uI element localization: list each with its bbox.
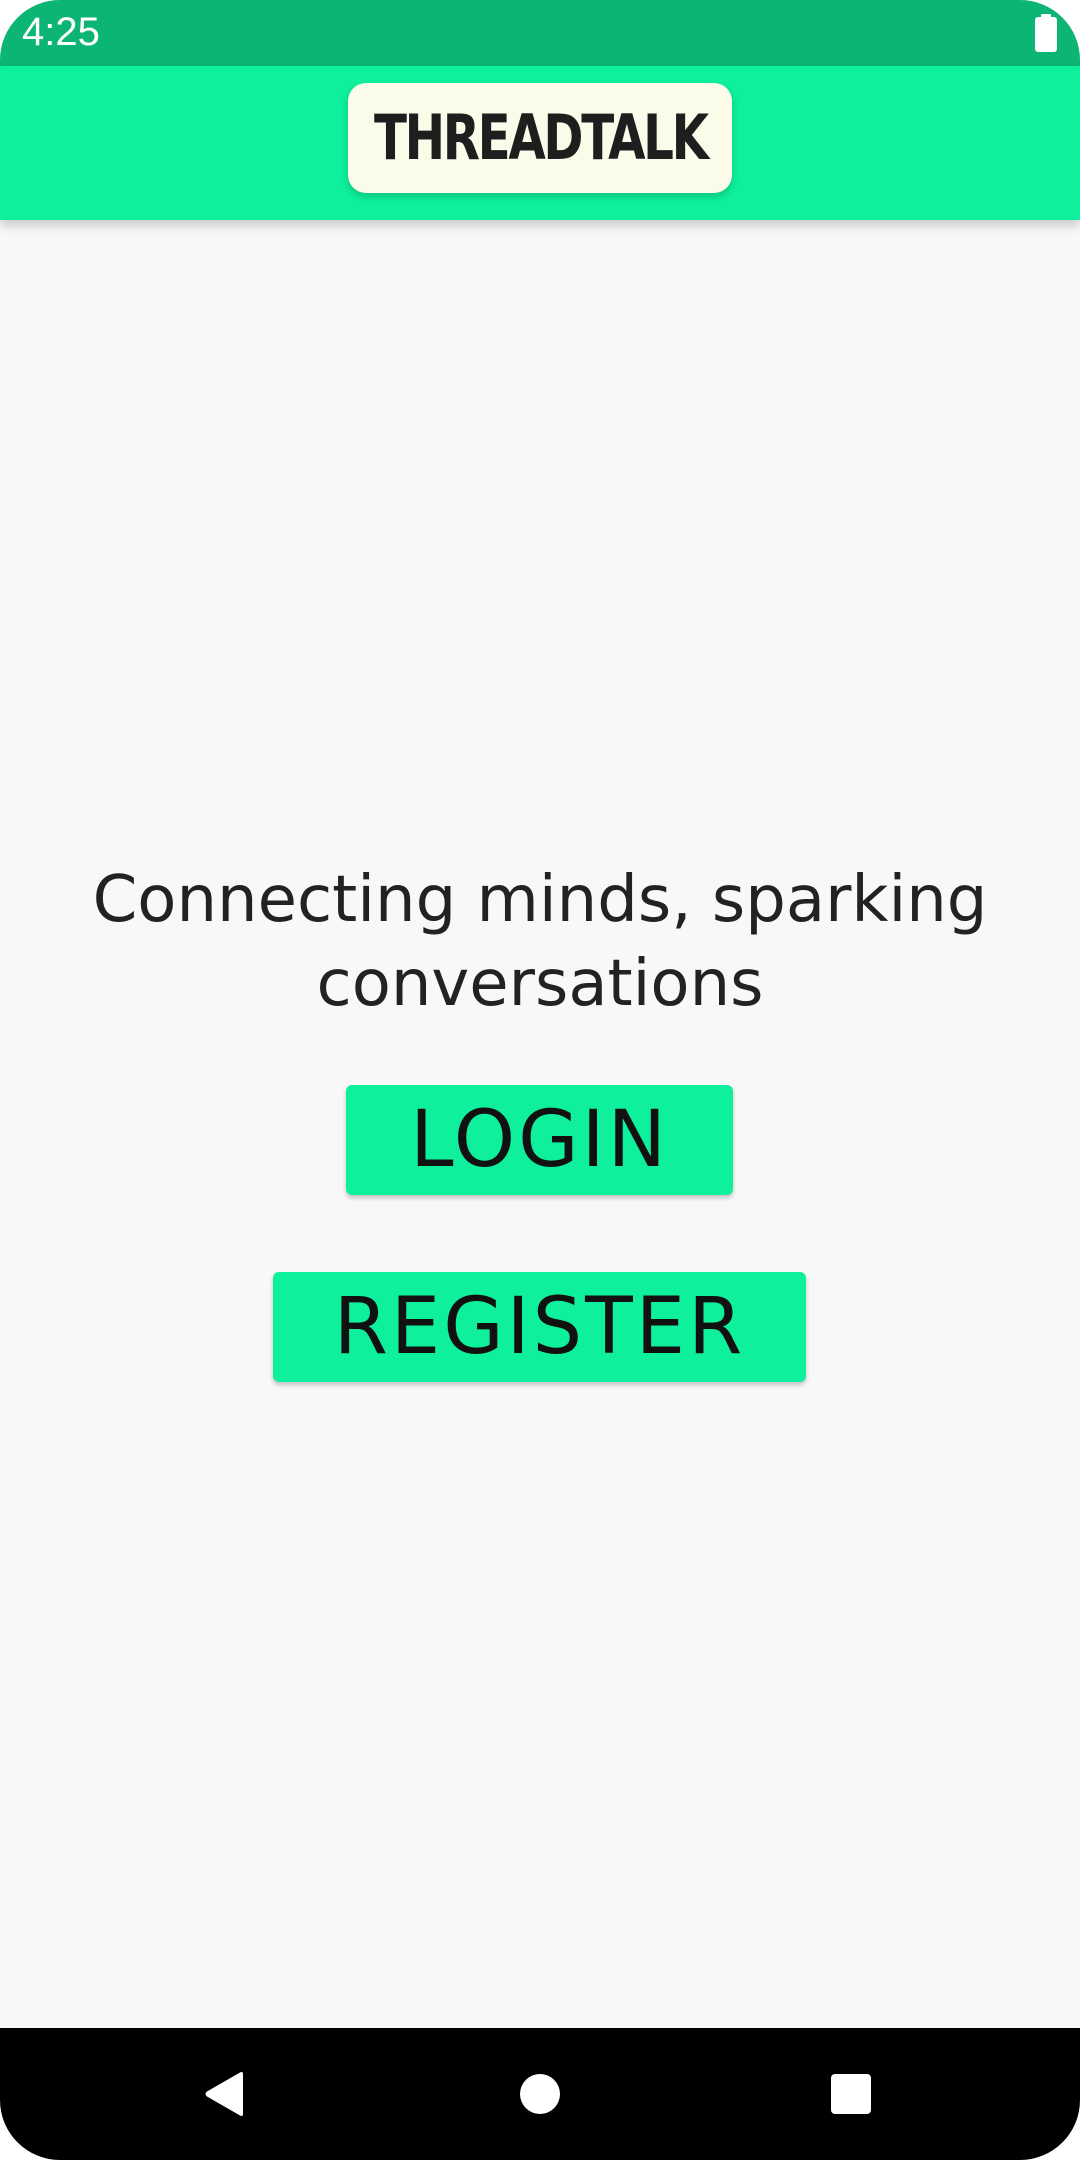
app-screen: 4:25 THREADTALK Connecting minds, sparki… (0, 0, 1080, 2160)
status-time: 4:25 (22, 10, 100, 54)
status-bar: 4:25 (0, 0, 1080, 66)
app-logo: THREADTALK (348, 83, 732, 193)
home-circle-icon (520, 2074, 560, 2114)
nav-recents-button[interactable] (791, 2028, 911, 2160)
recents-square-icon (831, 2074, 871, 2114)
tagline: Connecting minds, sparking conversations (92, 863, 988, 1021)
register-button[interactable]: REGISTER (273, 1272, 806, 1382)
back-triangle-icon (205, 2072, 243, 2116)
nav-back-button[interactable] (165, 2028, 285, 2160)
login-button[interactable]: LOGIN (346, 1085, 733, 1195)
nav-home-button[interactable] (480, 2028, 600, 2160)
app-bar: THREADTALK (0, 66, 1080, 220)
app-logo-text: THREADTALK (373, 101, 709, 174)
navigation-bar (0, 2028, 1080, 2160)
battery-full-icon (1035, 14, 1057, 52)
